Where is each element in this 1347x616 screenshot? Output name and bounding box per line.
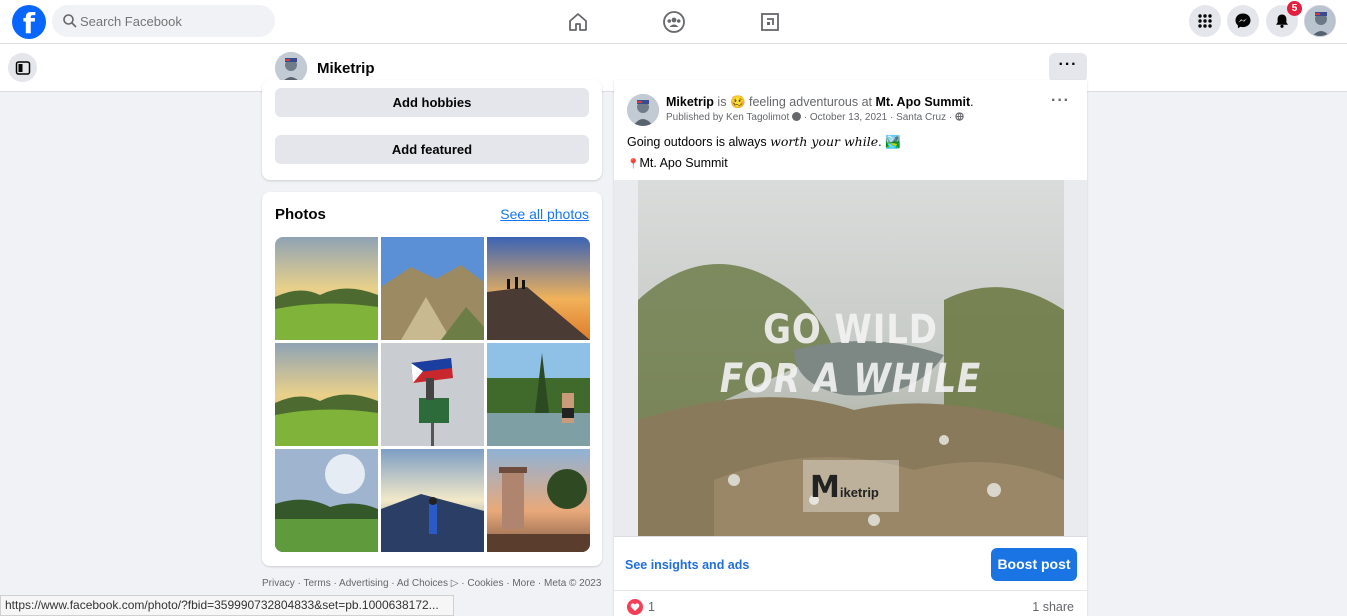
post-date[interactable]: October 13, 2021 xyxy=(810,112,887,123)
sidebar-toggle-button[interactable] xyxy=(8,53,37,82)
browser-status-url: https://www.facebook.com/photo/?fbid=359… xyxy=(0,595,454,616)
post-card: Miketrip is 🥴 feeling adventurous at Mt.… xyxy=(614,80,1087,616)
intro-card: Add hobbies Add featured xyxy=(262,80,602,180)
facebook-logo[interactable]: f xyxy=(12,5,46,39)
photo-thumbnail[interactable] xyxy=(275,237,378,340)
top-navigation-bar: f Search Facebook 5 xyxy=(0,0,1347,44)
see-insights-link[interactable]: See insights and ads xyxy=(625,558,749,572)
heart-icon[interactable] xyxy=(627,599,643,615)
photos-card: Photos See all photos xyxy=(262,192,602,566)
post-text-line-2: 📍Mt. Apo Summit xyxy=(627,156,728,170)
post-options-button[interactable]: ··· xyxy=(1051,92,1070,110)
bell-icon xyxy=(1276,14,1288,28)
heart-glyph xyxy=(630,603,640,611)
post-text-line-1: Going outdoors is always worth your whil… xyxy=(627,134,901,150)
reaction-count[interactable]: 1 xyxy=(648,600,655,614)
groups-icon xyxy=(663,11,685,33)
add-featured-button[interactable]: Add featured xyxy=(275,135,589,164)
info-icon[interactable] xyxy=(792,112,802,121)
watermark-letter: M xyxy=(810,470,840,505)
post-text-italic: worth your while xyxy=(770,134,879,149)
boost-post-button[interactable]: Boost post xyxy=(991,548,1077,581)
search-box[interactable] xyxy=(52,5,275,37)
post-admin-footer: See insights and ads Boost post xyxy=(614,536,1087,590)
avatar-image xyxy=(1305,6,1335,36)
post-header: Miketrip is 🥴 feeling adventurous at Mt.… xyxy=(666,95,974,110)
photo-thumbnail[interactable] xyxy=(381,449,484,552)
home-icon xyxy=(569,13,587,31)
post-location-link[interactable]: Mt. Apo Summit xyxy=(876,95,971,109)
gaming-icon xyxy=(761,13,779,31)
messenger-icon xyxy=(1235,13,1251,29)
search-input[interactable] xyxy=(80,5,270,37)
profile-more-button[interactable]: ··· xyxy=(1049,53,1087,82)
account-avatar[interactable] xyxy=(1304,5,1336,37)
post-image[interactable]: GO WILD FOR A WHILE Miketrip xyxy=(614,180,1087,536)
grid-menu-icon xyxy=(1198,14,1212,28)
profile-name[interactable]: Miketrip xyxy=(317,60,375,77)
photo-thumbnail[interactable] xyxy=(487,449,590,552)
menu-button[interactable] xyxy=(1189,5,1221,37)
gaming-nav-button[interactable] xyxy=(753,6,787,38)
see-all-photos-link[interactable]: See all photos xyxy=(500,206,589,222)
post-place[interactable]: Santa Cruz xyxy=(896,112,946,123)
post-author-avatar[interactable] xyxy=(627,94,659,126)
pin-icon: 📍 xyxy=(627,159,640,170)
reactions-bar: 1 1 share xyxy=(614,590,1087,616)
globe-icon xyxy=(955,112,964,121)
footer-links[interactable]: Privacy · Terms · Advertising · Ad Choic… xyxy=(262,577,602,590)
sidebar-icon xyxy=(15,60,30,75)
post-author-avatar-image xyxy=(627,94,659,126)
groups-nav-button[interactable] xyxy=(657,6,691,38)
add-hobbies-button[interactable]: Add hobbies xyxy=(275,88,589,117)
post-is-text: is xyxy=(717,95,727,109)
watermark-text: iketrip xyxy=(839,485,879,500)
share-count[interactable]: 1 share xyxy=(1032,600,1074,614)
image-watermark: Miketrip xyxy=(810,470,900,505)
photo-thumbnail[interactable] xyxy=(487,343,590,446)
feeling-text: feeling adventurous at xyxy=(749,95,873,109)
photo-thumbnail[interactable] xyxy=(275,343,378,446)
feeling-emoji: 🥴 xyxy=(729,95,746,109)
post-text-prefix: Going outdoors is always xyxy=(627,135,771,149)
home-nav-button[interactable] xyxy=(561,6,595,38)
post-text-suffix: . 🏞️ xyxy=(878,135,901,149)
photo-thumbnail[interactable] xyxy=(381,343,484,446)
post-author-name[interactable]: Miketrip xyxy=(666,95,714,109)
post-text-location: Mt. Apo Summit xyxy=(639,156,728,170)
photo-thumbnail[interactable] xyxy=(381,237,484,340)
notification-badge: 5 xyxy=(1287,1,1302,16)
search-icon xyxy=(63,14,77,28)
messenger-button[interactable] xyxy=(1227,5,1259,37)
post-header-period: . xyxy=(970,95,974,109)
image-headline-1: GO WILD xyxy=(763,307,938,353)
photo-thumbnail[interactable] xyxy=(275,449,378,552)
post-meta: Published by Ken Tagolimot · October 13,… xyxy=(666,112,964,123)
published-by[interactable]: Published by Ken Tagolimot xyxy=(666,112,789,123)
photo-thumbnail[interactable] xyxy=(487,237,590,340)
photos-title: Photos xyxy=(275,206,326,223)
image-headline-2: FOR A WHILE xyxy=(719,356,982,402)
